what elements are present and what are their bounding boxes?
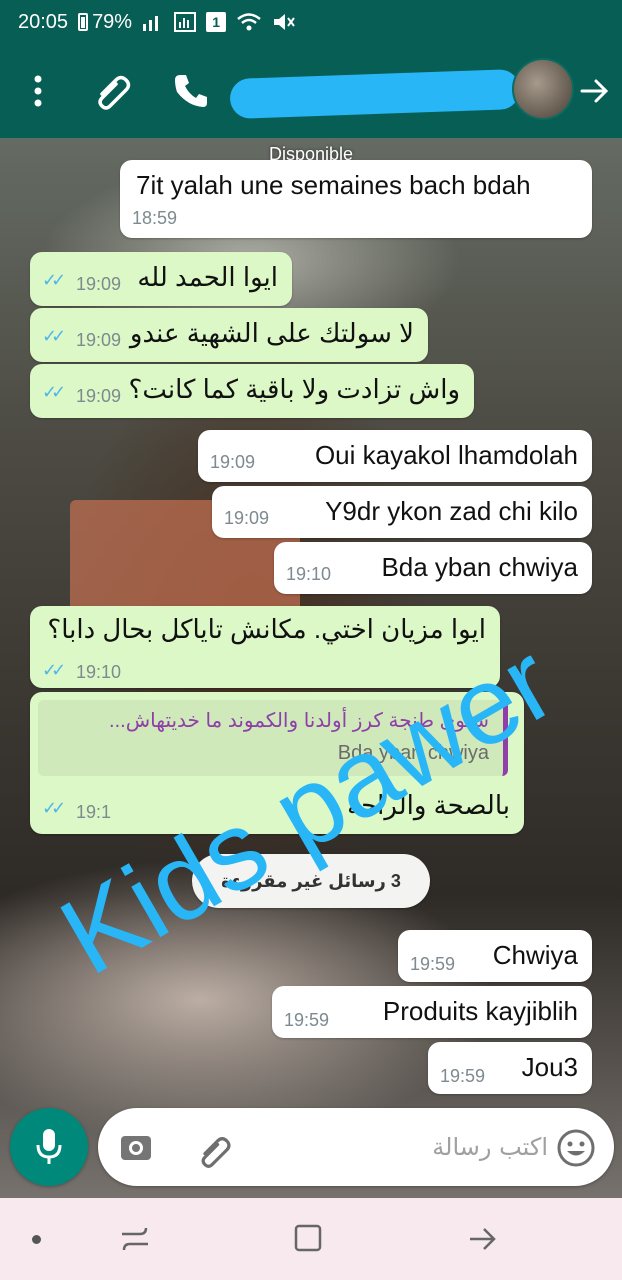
message-text: واش تزادت ولا باقية كما كانت؟ xyxy=(128,374,460,404)
message-time: 19:59 xyxy=(410,954,456,974)
battery-level: 79% xyxy=(92,10,133,33)
message-time: 19:09 xyxy=(210,452,256,472)
message-text: Y9dr ykon zad chi kilo xyxy=(325,496,578,526)
message-composer xyxy=(98,1108,614,1186)
clock: 20:05 xyxy=(18,10,69,33)
mute-icon xyxy=(272,12,296,32)
message-bubble[interactable]: 19:10 Bda yban chwiya xyxy=(274,542,592,594)
message-time: 19:09 xyxy=(224,508,270,528)
paperclip-icon[interactable] xyxy=(90,68,134,117)
message-bubble[interactable]: 19:09 Y9dr ykon zad chi kilo xyxy=(212,486,592,538)
reply-message-bubble[interactable]: سلوى طنجة كرز أولدنا والكموند ما خديتهاش… xyxy=(30,692,524,834)
message-bubble[interactable]: ✓✓ 19:09 ايوا الحمد لله xyxy=(30,252,292,306)
message-text: Chwiya xyxy=(492,940,578,970)
battery-indicator: 79% xyxy=(78,11,132,34)
home-icon[interactable] xyxy=(292,1222,326,1261)
mic-icon xyxy=(36,1129,62,1164)
camera-icon[interactable] xyxy=(120,1132,152,1167)
battery-icon xyxy=(78,13,89,31)
message-time: 19:09 xyxy=(76,386,122,406)
mic-button[interactable] xyxy=(10,1108,88,1186)
message-time: 19:09 xyxy=(76,330,122,350)
message-input[interactable] xyxy=(248,1126,548,1168)
quote-author: سلوى طنجة كرز أولدنا والكموند ما خديتهاش… xyxy=(109,710,489,732)
read-ticks-icon: ✓✓ xyxy=(42,798,66,818)
message-time: 19:10 xyxy=(286,564,332,584)
network-icon xyxy=(174,12,197,32)
read-ticks-icon: ✓✓ xyxy=(42,382,66,402)
message-time: 19:1 xyxy=(76,802,112,822)
quoted-message[interactable]: سلوى طنجة كرز أولدنا والكموند ما خديتهاش… xyxy=(38,700,508,776)
forward-icon[interactable] xyxy=(578,74,612,113)
message-text: Jou3 xyxy=(521,1052,578,1082)
message-text: ايوا الحمد لله xyxy=(137,262,278,292)
nav-dot-icon[interactable] xyxy=(32,1235,41,1244)
message-bubble[interactable]: ✓✓ 19:09 لا سولتك على الشهية عندو xyxy=(30,308,428,362)
contact-name-redacted[interactable] xyxy=(229,68,521,120)
message-bubble[interactable]: ايوا مزيان اختي. مكانش تاياكل بحال دابا؟… xyxy=(30,606,500,688)
message-text: Produits kayjiblih xyxy=(382,996,578,1026)
message-text: Bda yban chwiya xyxy=(381,552,578,582)
back-icon[interactable] xyxy=(466,1222,500,1261)
status-bar: 20:05 79% 1 xyxy=(0,0,622,44)
message-text: ايوا مزيان اختي. مكانش تاياكل بحال دابا؟ xyxy=(47,614,486,644)
signal-icon xyxy=(142,12,164,32)
message-text: Oui kayakol lhamdolah xyxy=(314,440,578,470)
message-time: 19:59 xyxy=(284,1010,330,1030)
read-ticks-icon: ✓✓ xyxy=(42,660,66,680)
avatar[interactable] xyxy=(512,58,574,120)
chat-header xyxy=(0,44,622,138)
sim-icon: 1 xyxy=(206,12,227,32)
read-ticks-icon: ✓✓ xyxy=(42,270,66,290)
phone-icon[interactable] xyxy=(172,72,210,115)
system-nav-bar xyxy=(0,1198,622,1280)
message-bubble[interactable]: 19:09 Oui kayakol lhamdolah xyxy=(198,430,592,482)
quote-text: Bda yban chwiya xyxy=(337,742,489,764)
message-bubble[interactable]: 19:59 Jou3 xyxy=(428,1042,592,1094)
wifi-icon xyxy=(236,12,262,32)
message-time: 19:10 xyxy=(76,662,122,682)
message-bubble[interactable]: 7it yalah une semaines bach bdah 18:59 xyxy=(120,160,592,238)
paperclip-icon[interactable] xyxy=(194,1130,234,1175)
message-bubble[interactable]: ✓✓ 19:09 واش تزادت ولا باقية كما كانت؟ xyxy=(30,364,474,418)
recent-apps-icon[interactable] xyxy=(118,1222,152,1261)
message-time: 19:59 xyxy=(440,1066,486,1086)
message-time: 19:09 xyxy=(76,274,122,294)
message-bubble[interactable]: 19:59 Produits kayjiblih xyxy=(272,986,592,1038)
message-text: بالصحة والراحة xyxy=(347,790,510,820)
message-time: 18:59 xyxy=(132,208,178,228)
message-text: 7it yalah une semaines bach bdah xyxy=(136,170,531,200)
unread-messages-banner: 3 رسائل غير مقروءة xyxy=(192,854,430,908)
message-text: لا سولتك على الشهية عندو xyxy=(129,318,414,348)
menu-icon[interactable] xyxy=(28,72,48,112)
read-ticks-icon: ✓✓ xyxy=(42,326,66,346)
message-bubble[interactable]: 19:59 Chwiya xyxy=(398,930,592,982)
emoji-icon[interactable] xyxy=(556,1128,596,1173)
